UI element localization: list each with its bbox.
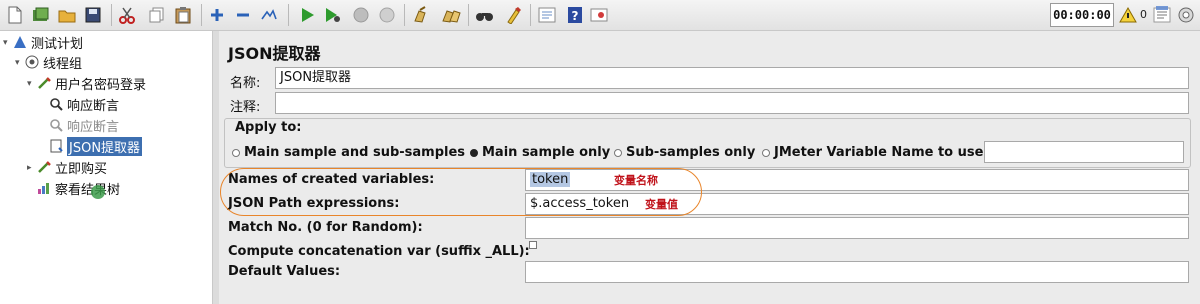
radio-button-icon [762,148,770,157]
json-path-annotation: 变量值 [645,198,678,211]
mouse-cursor-icon [90,181,106,203]
sampler-icon [36,75,52,91]
settings-icon[interactable] [1176,4,1196,26]
reset-search-icon[interactable] [502,4,524,26]
tree-node-label: 察看结果树 [55,182,121,198]
tree-node-label: 立即购买 [55,161,108,177]
expand-toggle-icon[interactable]: ▾ [15,58,20,68]
tree-node-label: 线程组 [43,56,83,72]
radio-sub-samples-only[interactable]: Sub-samples only [614,145,755,160]
page-title: JSON提取器 [228,44,321,63]
tree-node-json-extractor[interactable]: JSON提取器 [48,136,143,156]
tree-node-label: 用户名密码登录 [55,77,147,93]
radio-main-and-sub-samples[interactable]: Main sample and sub-samples [232,145,465,160]
expand-icon[interactable] [206,4,228,26]
match-no-field[interactable] [525,217,1189,239]
function-helper-icon[interactable] [536,4,558,26]
cut-icon[interactable] [116,4,138,26]
collapse-icon[interactable] [232,4,254,26]
clear-all-icon[interactable] [440,4,462,26]
tree-node-login-sampler[interactable]: 用户名密码登录 [36,73,146,93]
radio-jmeter-variable[interactable]: JMeter Variable Name to use [762,145,983,160]
start-icon[interactable] [296,4,318,26]
tree-node-view-results-tree[interactable]: 察看结果树 [36,178,120,198]
radio-button-icon [614,148,622,157]
tree-node-thread-group[interactable]: 线程组 [24,52,82,72]
sampler-icon [36,159,52,175]
concat-checkbox[interactable] [529,241,537,249]
open-icon[interactable] [56,4,78,26]
radio-label: Main sample only [482,145,611,160]
radio-button-selected-icon [470,148,478,157]
tree-node-response-assertion-disabled[interactable]: 响应断言 [48,115,119,135]
save-icon[interactable] [82,4,104,26]
shutdown-icon[interactable] [376,4,398,26]
tree-node-label: 响应断言 [67,119,120,135]
tree-node-response-assertion[interactable]: 响应断言 [48,94,119,114]
tree-node-buy-now-sampler[interactable]: 立即购买 [36,157,107,177]
names-label: Names of created variables: [228,172,435,187]
start-no-pause-icon[interactable] [322,4,344,26]
name-label: 名称: [230,76,261,91]
tree-node-label: JSON提取器 [67,136,143,156]
radio-label: JMeter Variable Name to use [774,145,984,160]
expand-toggle-icon[interactable]: ▾ [3,38,8,48]
tree-node-label: 测试计划 [31,36,84,52]
radio-main-sample-only[interactable]: Main sample only [470,145,610,160]
json-path-field[interactable]: $.access_token [525,193,1189,215]
test-plan-tree: ▾ 测试计划 ▾ 线程组 ▾ 用户名密码登录 响应断言 响应断言 JSON提取器… [0,31,213,304]
radio-button-icon [232,148,240,157]
default-values-field[interactable] [525,261,1189,283]
radio-label: Main sample and sub-samples [244,145,466,160]
jmeter-variable-field[interactable] [984,141,1184,163]
copy-icon[interactable] [146,4,168,26]
tree-node-test-plan[interactable]: 测试计划 [12,32,83,52]
clear-icon[interactable] [410,4,432,26]
tree-node-label: 响应断言 [67,98,120,114]
warning-icon[interactable] [1118,4,1138,26]
stop-icon[interactable] [350,4,372,26]
svg-text:?: ? [572,9,579,23]
search-icon[interactable] [474,4,496,26]
concat-label: Compute concatenation var (suffix _ALL): [228,244,530,259]
thread-group-icon [24,54,40,70]
comment-label: 注释: [230,100,261,115]
name-field[interactable]: JSON提取器 [275,67,1189,89]
extractor-icon [48,138,64,154]
radio-label: Sub-samples only [626,145,756,160]
apply-to-label: Apply to: [233,120,304,135]
toggle-icon[interactable] [258,4,280,26]
elapsed-timer: 00:00:00 [1050,3,1114,27]
assertion-icon [48,96,64,112]
templates-icon[interactable] [30,4,52,26]
toolbar: ? 00:00:00 0 [0,0,1200,31]
test-plan-icon [12,34,28,50]
comment-field[interactable] [275,92,1189,114]
listener-icon [36,180,52,196]
warning-count: 0 [1140,8,1147,21]
new-icon[interactable] [4,4,26,26]
names-annotation: 变量名称 [614,174,658,187]
expand-toggle-icon[interactable]: ▸ [27,163,32,173]
match-no-label: Match No. (0 for Random): [228,220,423,235]
default-values-label: Default Values: [228,264,341,279]
expand-toggle-icon[interactable]: ▾ [27,79,32,89]
remote-icon[interactable] [588,4,610,26]
log-icon[interactable] [1152,4,1172,26]
assertion-icon [48,117,64,133]
help-icon[interactable]: ? [564,4,586,26]
paste-icon[interactable] [172,4,194,26]
json-path-label: JSON Path expressions: [228,196,400,211]
variable-names-value: token [530,172,571,187]
